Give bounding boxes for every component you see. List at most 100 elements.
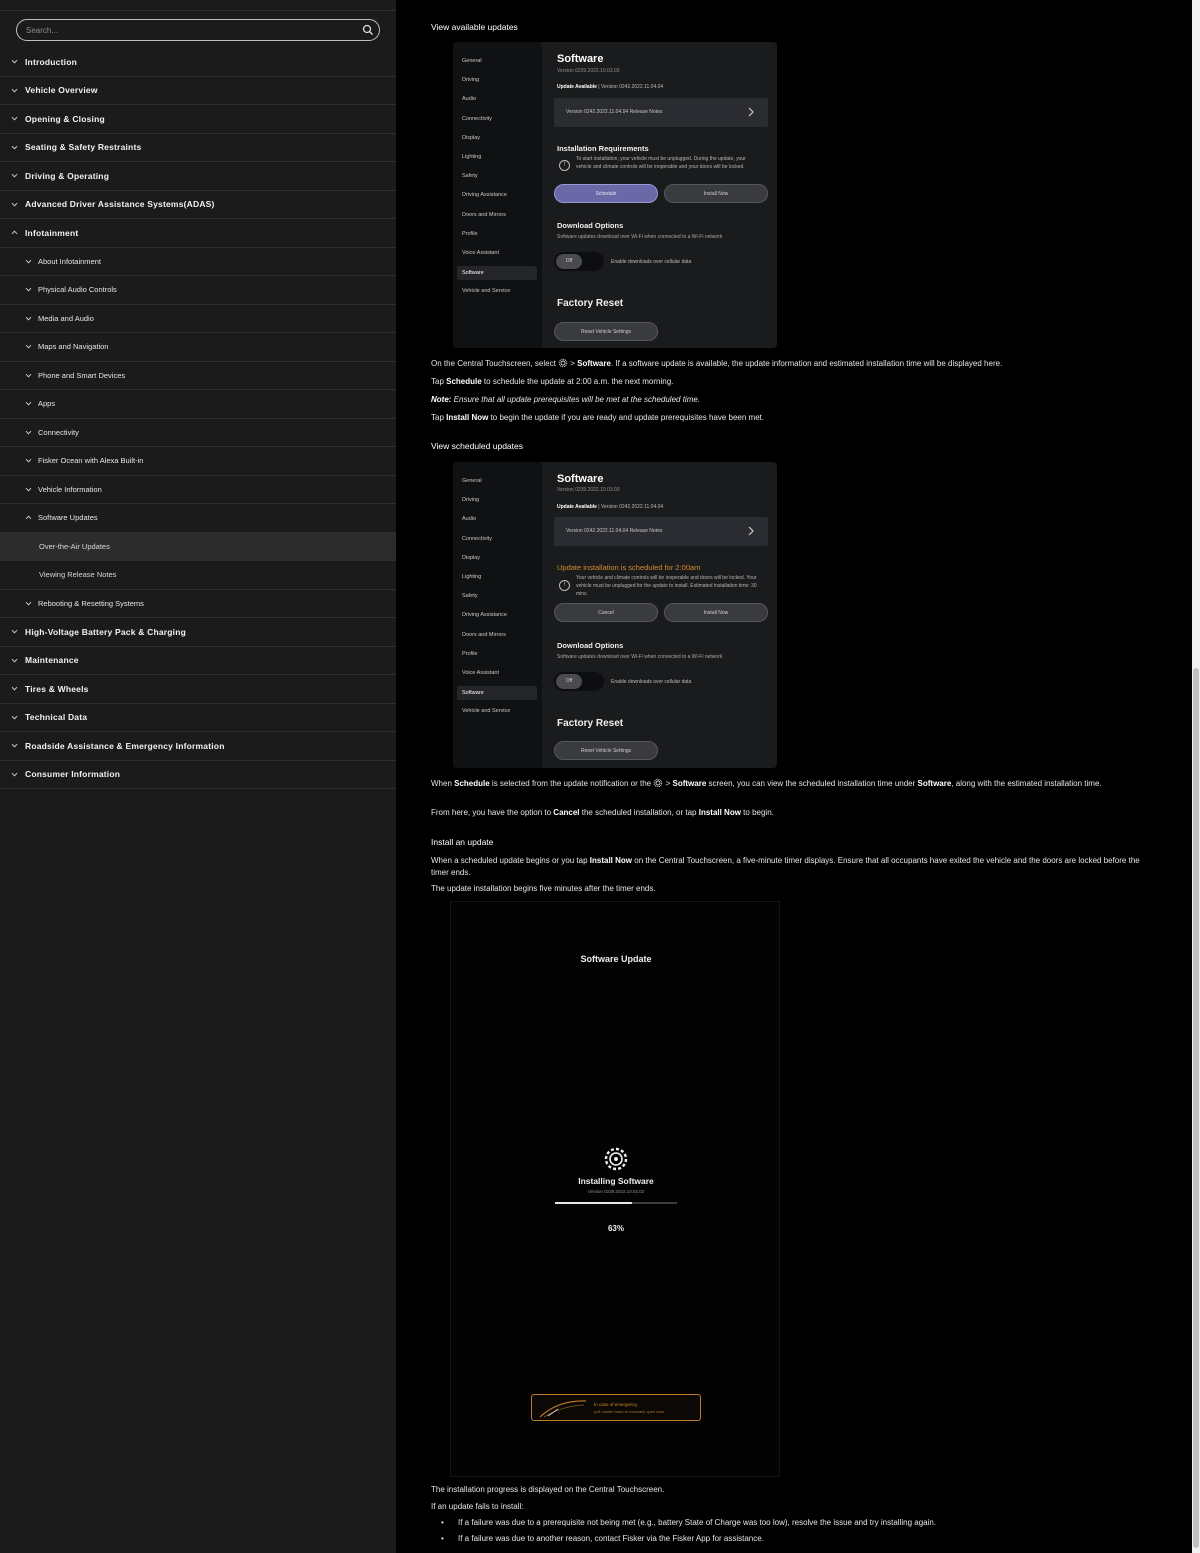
chevron-down-icon[interactable] (25, 486, 32, 493)
door-handle-icon (539, 1400, 587, 1418)
progress-percent: 63% (607, 1224, 624, 1233)
sidebar-item-software-updates[interactable]: Software Updates (0, 504, 396, 533)
emergency-notice: In case of emergency, pull handle twice … (531, 1394, 701, 1421)
sidebar-item-roadside-assistance-emergency-information[interactable]: Roadside Assistance & Emergency Informat… (0, 732, 396, 761)
chevron-down-icon[interactable] (11, 657, 18, 664)
failure-bullets: If a failure was due to a prerequisite n… (431, 1518, 936, 1549)
emergency-text-1: In case of emergency, (594, 1402, 638, 1407)
chevron-right-icon (748, 526, 754, 536)
sidebar-item-label: Physical Audio Controls (38, 285, 117, 295)
sidebar-item-label: Opening & Closing (25, 113, 105, 124)
settings-menu-item: Software (457, 686, 537, 701)
sidebar-item-seating-safety-restraints[interactable]: Seating & Safety Restraints (0, 134, 396, 162)
settings-menu-item: Audio (462, 516, 477, 523)
section-heading-scheduled: View scheduled updates (431, 441, 523, 451)
sidebar-item-vehicle-overview[interactable]: Vehicle Overview (0, 77, 396, 105)
settings-menu-item: Vehicle and Service (462, 288, 511, 295)
sidebar-item-viewing-release-notes[interactable]: Viewing Release Notes (0, 561, 396, 590)
search-box[interactable] (16, 19, 380, 41)
sidebar-item-about-infotainment[interactable]: About Infotainment (0, 248, 396, 276)
chevron-down-icon[interactable] (11, 628, 18, 635)
settings-menu-item: Vehicle and Service (462, 708, 511, 715)
installing-software-label: Installing Software (578, 1176, 654, 1186)
chevron-down-icon[interactable] (25, 600, 32, 607)
search-icon[interactable] (362, 24, 374, 36)
emergency-text-2: pull handle twice to manually open door. (594, 1409, 666, 1414)
chevron-down-icon[interactable] (11, 115, 18, 122)
paragraph-select-software: On the Central Touchscreen, select > Sof… (431, 358, 1003, 368)
settings-menu-item: Doors and Mirrors (462, 211, 507, 218)
screenshot-scheduled-updates: General Driving Audio Connectivity Display Li… (453, 462, 777, 768)
sidebar-item-label: Seating & Safety Restraints (25, 142, 142, 153)
paragraph-when-schedule: When Schedule is selected from the updat… (431, 778, 1102, 788)
chevron-down-icon[interactable] (25, 258, 32, 265)
release-notes-label: Version 0242.2022.11.04.04 Release Notes (566, 109, 663, 115)
chevron-down-icon[interactable] (25, 286, 32, 293)
chevron-up-icon[interactable] (11, 229, 18, 236)
chevron-down-icon[interactable] (25, 457, 32, 464)
paragraph-progress-displayed: The installation progress is displayed o… (431, 1485, 665, 1494)
search-area (0, 10, 396, 48)
sidebar-item-rebooting-resetting-systems[interactable]: Rebooting & Resetting Systems (0, 590, 396, 618)
search-input[interactable] (26, 22, 346, 38)
chevron-up-icon[interactable] (25, 514, 32, 521)
toggle-knob: Off (556, 674, 582, 689)
chevron-down-icon[interactable] (11, 144, 18, 151)
paragraph-note: Note: Ensure that all update prerequisit… (431, 395, 701, 404)
settings-menu-item: Driving Assistance (462, 612, 507, 619)
sidebar-item-label: Maps and Navigation (38, 342, 109, 352)
settings-menu-item: Driving Assistance (462, 192, 507, 199)
download-options-desc: Software updates download over Wi-Fi whe… (557, 654, 723, 660)
chevron-down-icon[interactable] (11, 685, 18, 692)
chevron-down-icon[interactable] (25, 315, 32, 322)
settings-menu-item: General (462, 58, 482, 64)
cellular-toggle: Off (554, 672, 604, 691)
sidebar-item-consumer-information[interactable]: Consumer Information (0, 761, 396, 789)
chevron-down-icon[interactable] (11, 771, 18, 778)
sidebar-item-maintenance[interactable]: Maintenance (0, 647, 396, 675)
chevron-down-icon[interactable] (11, 172, 18, 179)
sidebar-item-label: Tires & Wheels (25, 683, 89, 694)
sidebar-item-fisker-ocean-with-alexa-built-in[interactable]: Fisker Ocean with Alexa Built-in (0, 447, 396, 476)
reset-vehicle-settings-button: Reset Vehicle Settings (554, 741, 658, 760)
install-now-button: Install Now (664, 603, 768, 622)
sidebar-item-physical-audio-controls[interactable]: Physical Audio Controls (0, 276, 396, 305)
factory-reset-title: Factory Reset (557, 718, 624, 729)
chevron-down-icon[interactable] (25, 400, 32, 407)
sidebar-item-vehicle-information[interactable]: Vehicle Information (0, 476, 396, 504)
sidebar-item-high-voltage-battery-pack-charging[interactable]: High-Voltage Battery Pack & Charging (0, 618, 396, 647)
sidebar-item-connectivity[interactable]: Connectivity (0, 419, 396, 447)
settings-menu-item: Safety (462, 173, 478, 180)
page-scrollbar[interactable] (1192, 0, 1200, 1553)
paragraph-timer: When a scheduled update begins or you ta… (431, 856, 1140, 877)
paragraph-cancel-option: From here, you have the option to Cancel… (431, 808, 774, 817)
chevron-down-icon[interactable] (25, 372, 32, 379)
chevron-down-icon[interactable] (11, 58, 18, 65)
sidebar-item-infotainment[interactable]: Infotainment (0, 219, 396, 248)
chevron-down-icon[interactable] (11, 87, 18, 94)
chevron-down-icon[interactable] (11, 714, 18, 721)
chevron-down-icon[interactable] (11, 201, 18, 208)
sidebar-item-tires-wheels[interactable]: Tires & Wheels (0, 675, 396, 704)
chevron-down-icon[interactable] (25, 343, 32, 350)
sidebar-item-apps[interactable]: Apps (0, 390, 396, 419)
sidebar-item-opening-closing[interactable]: Opening & Closing (0, 105, 396, 134)
chevron-down-icon[interactable] (11, 742, 18, 749)
sidebar-item-phone-and-smart-devices[interactable]: Phone and Smart Devices (0, 362, 396, 390)
sidebar-item-introduction[interactable]: Introduction (0, 48, 396, 77)
sidebar-item-label: About Infotainment (38, 256, 101, 266)
sidebar-item-media-and-audio[interactable]: Media and Audio (0, 305, 396, 333)
sidebar-item-advanced-driver-assistance-systems-adas[interactable]: Advanced Driver Assistance Systems(ADAS) (0, 191, 396, 219)
schedule-button: Schedule (554, 184, 658, 203)
sidebar-item-technical-data[interactable]: Technical Data (0, 704, 396, 732)
sidebar-item-maps-and-navigation[interactable]: Maps and Navigation (0, 333, 396, 362)
sidebar-item-label: High-Voltage Battery Pack & Charging (25, 626, 187, 637)
sidebar-item-over-the-air-updates[interactable]: Over-the-Air Updates (0, 532, 396, 561)
sidebar-item-driving-operating[interactable]: Driving & Operating (0, 162, 396, 191)
settings-menu-item: Audio (462, 96, 477, 103)
scrollbar-thumb[interactable] (1193, 668, 1199, 1548)
chevron-down-icon[interactable] (25, 429, 32, 436)
scheduled-info-text: Your vehicle and climate controls will b… (576, 575, 757, 597)
settings-menu-item: General (462, 478, 482, 484)
release-notes-label: Version 0242.2022.11.04.04 Release Notes (566, 528, 663, 534)
